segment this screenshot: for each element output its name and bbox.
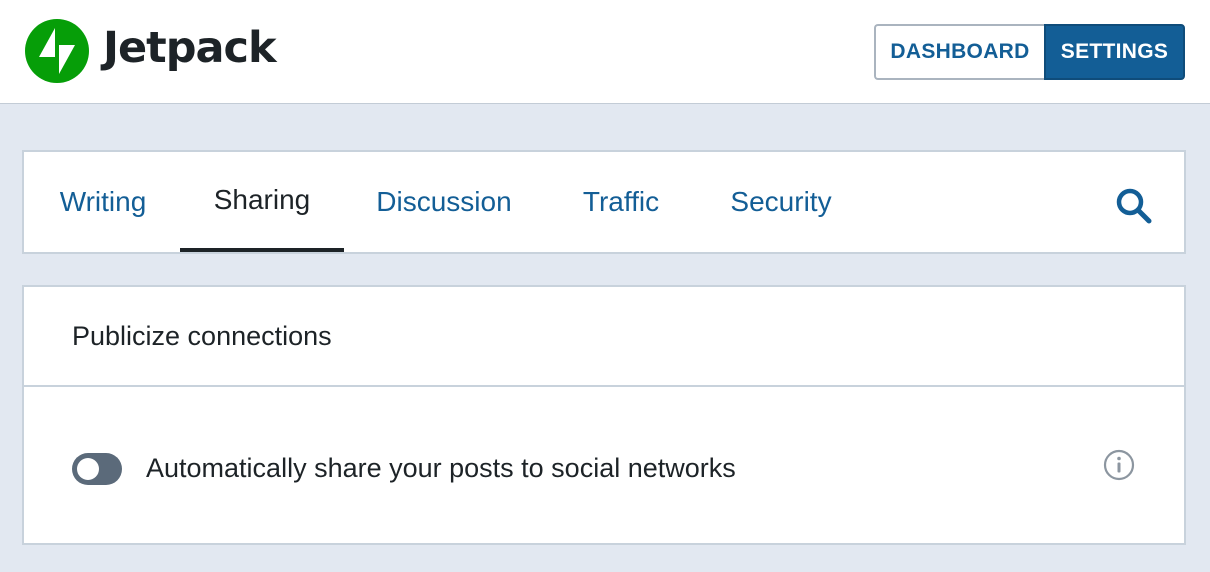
tab-discussion[interactable]: Discussion <box>358 152 530 252</box>
tab-traffic[interactable]: Traffic <box>556 152 686 252</box>
brand[interactable]: Jetpack <box>25 19 277 83</box>
search-icon[interactable] <box>1114 186 1154 226</box>
publicize-card: Publicize connections Automatically shar… <box>22 285 1186 545</box>
auto-share-label[interactable]: Automatically share your posts to social… <box>146 453 736 484</box>
dashboard-button[interactable]: DASHBOARD <box>874 24 1044 80</box>
brand-name: Jetpack <box>103 22 277 73</box>
auto-share-toggle[interactable] <box>72 453 122 485</box>
view-switcher: DASHBOARD SETTINGS <box>874 24 1185 80</box>
masthead: Jetpack DASHBOARD SETTINGS <box>0 0 1210 104</box>
publicize-card-header: Publicize connections <box>24 287 1184 387</box>
info-icon[interactable] <box>1102 448 1136 482</box>
tab-security[interactable]: Security <box>706 152 856 252</box>
settings-button[interactable]: SETTINGS <box>1044 24 1185 80</box>
publicize-title: Publicize connections <box>72 321 332 351</box>
toggle-knob <box>77 458 99 480</box>
tab-writing[interactable]: Writing <box>38 152 168 252</box>
jetpack-logo-icon <box>25 19 89 83</box>
settings-tabs: Writing Sharing Discussion Traffic Secur… <box>22 150 1186 254</box>
tab-sharing[interactable]: Sharing <box>180 152 344 252</box>
